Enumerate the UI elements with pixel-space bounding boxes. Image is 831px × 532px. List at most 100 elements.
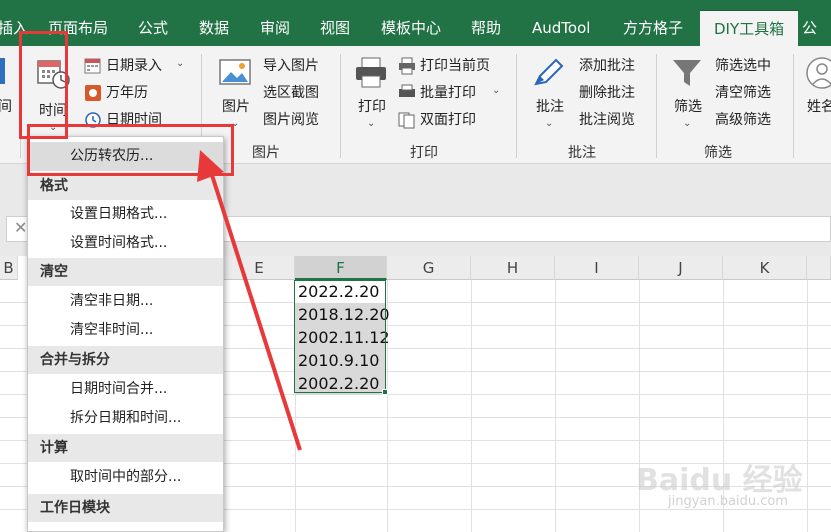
- print-page-icon: [399, 57, 415, 75]
- selection-border: [294, 280, 386, 393]
- browse-comment-label: 批注阅览: [579, 112, 635, 128]
- menu-section-clear: 清空: [28, 258, 223, 286]
- print-button-label: 打印: [358, 99, 386, 115]
- tab-formulas[interactable]: 公式: [138, 10, 168, 46]
- picture-browse-button[interactable]: 图片阅览: [244, 110, 334, 132]
- column-header[interactable]: G: [387, 256, 471, 280]
- fill-handle[interactable]: [382, 389, 388, 395]
- filter-selected-label: 筛选选中: [715, 58, 771, 74]
- column-header[interactable]: B: [0, 256, 18, 280]
- highlight-box-time-button: [19, 31, 68, 139]
- comment-button-label: 批注: [536, 99, 564, 115]
- ribbon-separator: [340, 54, 341, 158]
- menu-item-clear-non-date[interactable]: 清空非日期...: [28, 287, 223, 316]
- tab-fangfang-gezi[interactable]: 方方格子: [623, 10, 683, 46]
- funnel-icon: [673, 60, 701, 86]
- ribbon-separator: [656, 54, 657, 158]
- menu-section-merge-split: 合并与拆分: [28, 346, 223, 374]
- baidu-watermark: Baidu 经验: [636, 463, 803, 498]
- add-comment-label: 添加批注: [579, 58, 635, 74]
- add-comment-button[interactable]: 添加批注: [562, 56, 652, 78]
- tab-view[interactable]: 视图: [320, 10, 350, 46]
- print-current-page-button[interactable]: 打印当前页: [398, 56, 508, 78]
- column-header[interactable]: I: [555, 256, 639, 280]
- column-header-selected[interactable]: F: [295, 256, 387, 280]
- delete-comment-label: 删除批注: [579, 85, 635, 101]
- menu-item-extract-time-part[interactable]: 取时间中的部分...: [28, 463, 223, 492]
- import-picture-button[interactable]: 导入图片: [244, 56, 334, 78]
- baidu-watermark-url: jingyan.baidu.com: [668, 494, 788, 509]
- filter-button-label: 筛选: [674, 99, 702, 115]
- duplex-print-label: 双面打印: [420, 112, 476, 128]
- browse-comment-button[interactable]: 批注阅览: [562, 110, 652, 132]
- cut-off-label[interactable]: 间: [0, 98, 12, 116]
- column-header[interactable]: K: [723, 256, 807, 280]
- menu-section-calculate: 计算: [28, 434, 223, 462]
- gridline: [471, 280, 472, 532]
- date-entry-icon: [84, 58, 101, 74]
- menu-section-format: 格式: [28, 172, 223, 200]
- tab-template-center[interactable]: 模板中心: [381, 10, 441, 46]
- picture-group-label: 图片: [252, 145, 280, 161]
- perpetual-calendar-label: 万年历: [106, 85, 148, 101]
- range-screenshot-label: 选区截图: [263, 85, 319, 101]
- tab-audtool[interactable]: AudTool: [532, 10, 590, 46]
- advanced-filter-label: 高级筛选: [715, 112, 771, 128]
- print-group-label: 打印: [410, 145, 438, 161]
- chevron-down-icon: ⌄: [367, 118, 376, 129]
- delete-comment-button[interactable]: 删除批注: [562, 83, 652, 105]
- tab-diy-toolbox[interactable]: DIY工具箱: [700, 10, 799, 46]
- column-header[interactable]: H: [471, 256, 555, 280]
- menu-item-set-date-format[interactable]: 设置日期格式...: [28, 200, 223, 229]
- gridline: [807, 280, 808, 532]
- comment-pen-icon: [534, 58, 564, 86]
- menu-item-split-datetime[interactable]: 拆分日期和时间...: [28, 404, 223, 433]
- comment-group-label: 批注: [568, 145, 596, 161]
- name-button[interactable]: 姓名: [803, 54, 831, 136]
- column-header[interactable]: J: [639, 256, 723, 280]
- perpetual-calendar-button[interactable]: 万年历: [84, 83, 174, 105]
- time-dropdown-menu: 公历转农历... 格式 设置日期格式... 设置时间格式... 清空 清空非日期…: [27, 136, 224, 532]
- clear-filter-button[interactable]: 清空筛选: [700, 83, 790, 105]
- ribbon-separator: [516, 54, 517, 158]
- chevron-down-icon: ⌄: [683, 118, 692, 129]
- ribbon-separator: [793, 54, 794, 158]
- range-screenshot-button[interactable]: 选区截图: [244, 83, 334, 105]
- column-header[interactable]: [807, 256, 831, 280]
- batch-print-label: 批量打印: [420, 85, 476, 101]
- clear-filter-label: 清空筛选: [715, 85, 771, 101]
- column-header[interactable]: E: [224, 256, 295, 280]
- chevron-down-icon: ⌄: [492, 85, 501, 96]
- printer-icon: [356, 57, 386, 88]
- name-button-label: 姓名: [807, 99, 831, 115]
- duplex-print-icon: [398, 112, 415, 129]
- filter-selected-button[interactable]: 筛选选中: [700, 56, 790, 78]
- date-entry-button[interactable]: 日期录入 ⌄: [84, 56, 194, 78]
- chevron-down-icon: ⌄: [176, 58, 185, 69]
- chevron-down-icon: ⌄: [545, 118, 554, 129]
- menu-item-set-time-format[interactable]: 设置时间格式...: [28, 229, 223, 258]
- menu-item-clear-non-time[interactable]: 清空非时间...: [28, 316, 223, 345]
- tab-data[interactable]: 数据: [199, 10, 229, 46]
- tab-help[interactable]: 帮助: [471, 10, 501, 46]
- date-entry-label: 日期录入: [106, 58, 162, 74]
- import-picture-label: 导入图片: [263, 58, 319, 74]
- cancel-x-icon[interactable]: ✕: [14, 218, 27, 237]
- highlight-box-menu-item: [27, 124, 234, 176]
- duplex-print-button[interactable]: 双面打印: [398, 110, 508, 132]
- perpetual-calendar-icon: [85, 85, 101, 101]
- menu-section-workday: 工作日模块: [28, 494, 223, 522]
- picture-browse-label: 图片阅览: [263, 112, 319, 128]
- batch-print-icon: [399, 84, 415, 97]
- ribbon-tab-bar: 插入 页面布局 公式 数据 审阅 视图 模板中心 帮助 AudTool 方方格子…: [0, 0, 831, 46]
- advanced-filter-button[interactable]: 高级筛选: [700, 110, 790, 132]
- print-current-page-label: 打印当前页: [420, 58, 490, 74]
- print-button[interactable]: 打印 ⌄: [352, 54, 392, 136]
- gridline: [555, 280, 556, 532]
- filter-group-label: 筛选: [704, 145, 732, 161]
- person-icon: [806, 57, 831, 89]
- menu-item-merge-datetime[interactable]: 日期时间合并...: [28, 375, 223, 404]
- batch-print-button[interactable]: 批量打印 ⌄: [398, 83, 508, 105]
- tab-partial[interactable]: 公: [802, 10, 817, 46]
- tab-review[interactable]: 审阅: [260, 10, 290, 46]
